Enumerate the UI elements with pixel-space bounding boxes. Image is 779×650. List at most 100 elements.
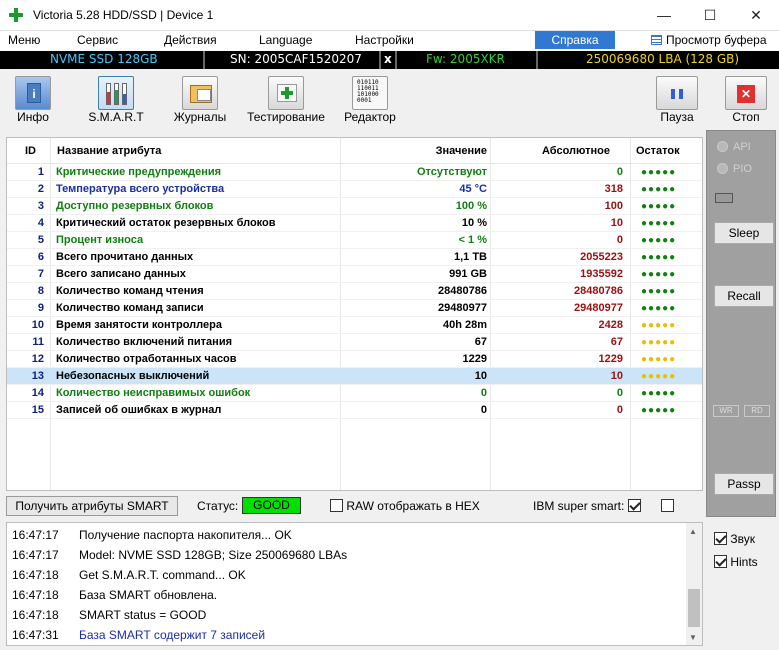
attr-value: 45 °C [459, 183, 487, 195]
table-row[interactable]: 5 Процент износа < 1 % 0 ●●●●● [7, 232, 702, 249]
sleep-button[interactable]: Sleep [714, 222, 774, 244]
table-row[interactable]: 6 Всего прочитано данных 1,1 TB 2055223 ●●●●… [7, 249, 702, 266]
table-row[interactable]: 8 Количество команд чтения 28480786 2848078… [7, 283, 702, 300]
header-remaining[interactable]: Остаток [636, 145, 680, 157]
table-row[interactable]: 14 Количество неисправимых ошибок 0 0 ●●●●● [7, 385, 702, 402]
pio-radio[interactable]: PIO [717, 163, 752, 175]
info-button[interactable]: i Инфо [6, 70, 60, 128]
recall-button[interactable]: Recall [714, 285, 774, 307]
divider [536, 51, 538, 69]
wr-button[interactable]: WR [713, 405, 739, 417]
table-row[interactable]: 9 Количество команд записи 29480977 2948097… [7, 300, 702, 317]
menu-item-service[interactable]: Сервис [77, 33, 118, 47]
title-bar: Victoria 5.28 HDD/SSD | Device 1 — ☐ ✕ [0, 0, 779, 31]
app-icon [9, 8, 23, 22]
attr-absolute: 1935592 [580, 268, 623, 280]
menu-item-help[interactable]: Справка [535, 31, 615, 49]
attr-value: 40h 28m [442, 319, 487, 331]
table-row[interactable]: 10 Время занятости контроллера 40h 28m 2428… [7, 317, 702, 334]
close-icon[interactable]: ✕ [733, 0, 779, 31]
menu-item-language[interactable]: Language [259, 33, 312, 47]
stop-button[interactable]: ✕ Стоп [723, 70, 769, 128]
attr-name: Записей об ошибках в журнал [56, 404, 222, 416]
editor-button[interactable]: 010110 110011 101000 0001 Редактор [340, 70, 400, 128]
attr-remaining-dots: ●●●●● [641, 371, 677, 382]
log-time: 16:47:18 [12, 588, 59, 602]
status-badge: GOOD [242, 497, 301, 514]
sound-label: Звук [730, 532, 755, 546]
attr-value: 100 % [455, 200, 487, 212]
menu-item-actions[interactable]: Действия [164, 33, 217, 47]
options-panel: Звук Hints [706, 522, 776, 646]
log-panel: 16:47:17 Получение паспорта накопителя...… [6, 522, 703, 646]
get-smart-button[interactable]: Получить атрибуты SMART [6, 496, 178, 516]
api-label: API [733, 141, 751, 153]
attr-id: 1 [37, 166, 44, 178]
api-radio[interactable]: API [717, 141, 751, 153]
attr-remaining-dots: ●●●●● [641, 269, 677, 280]
hints-checkbox[interactable]: Hints [714, 555, 758, 569]
table-row[interactable]: 4 Критический остаток резервных блоков 10 … [7, 215, 702, 232]
ibm-super-smart-checkbox[interactable]: IBM super smart: [533, 499, 641, 513]
raw-hex-checkbox[interactable]: RAW отображать в HEX [330, 499, 480, 513]
scroll-up-icon[interactable]: ▲ [689, 527, 697, 536]
journals-button[interactable]: Журналы [167, 70, 233, 128]
menu-item-settings[interactable]: Настройки [355, 33, 414, 47]
binary-editor-icon: 010110 110011 101000 0001 [352, 76, 388, 110]
table-row[interactable]: 3 Доступно резервных блоков 100 % 100 ●●●●● [7, 198, 702, 215]
table-row[interactable]: 2 Температура всего устройства 45 °C 318 ●●●… [7, 181, 702, 198]
log-time: 16:47:17 [12, 548, 59, 562]
scroll-thumb[interactable] [688, 589, 700, 627]
extra-checkbox[interactable] [661, 499, 674, 512]
scroll-down-icon[interactable]: ▼ [689, 633, 697, 642]
divider [395, 51, 397, 69]
attr-name: Критические предупреждения [56, 166, 222, 178]
attr-id: 9 [37, 302, 44, 314]
smart-button[interactable]: S.M.A.R.T [84, 70, 148, 128]
attr-remaining-dots: ●●●●● [641, 218, 677, 229]
device-serial: SN: 2005CAF1520207 [230, 52, 362, 66]
attr-name: Доступно резервных блоков [56, 200, 214, 212]
attr-value: 29480977 [438, 302, 487, 314]
attr-name: Критический остаток резервных блоков [56, 217, 276, 229]
checkmark-icon [627, 499, 641, 512]
sound-checkbox[interactable]: Звук [714, 532, 755, 546]
header-name[interactable]: Название атрибута [57, 145, 161, 157]
table-row[interactable]: 11 Количество включений питания 67 67 ●●●●● [7, 334, 702, 351]
info-close-button[interactable]: x [384, 52, 392, 66]
log-time: 16:47:31 [12, 628, 59, 642]
attr-name: Время занятости контроллера [56, 319, 222, 331]
maximize-icon[interactable]: ☐ [687, 0, 733, 31]
menu-item-menu[interactable]: Меню [8, 33, 40, 47]
buffer-view-button[interactable]: Просмотр буфера [651, 33, 767, 47]
divider [379, 51, 381, 69]
table-row[interactable]: 15 Записей об ошибках в журнал 0 0 ●●●●● [7, 402, 702, 419]
attr-id: 14 [31, 387, 44, 399]
rd-button[interactable]: RD [744, 405, 770, 417]
minimize-icon[interactable]: — [641, 0, 687, 31]
log-message: Model: NVME SSD 128GB; Size 250069680 LB… [79, 548, 348, 562]
checkmark-icon [714, 532, 727, 545]
passp-button[interactable]: Passp [714, 473, 774, 495]
list-icon [651, 35, 662, 45]
pause-button[interactable]: Пауза [654, 70, 700, 128]
table-row[interactable]: 7 Всего записано данных 991 GB 1935592 ●●●●● [7, 266, 702, 283]
divider [203, 51, 205, 69]
table-row[interactable]: 1 Критические предупреждения Отсутствуют 0 ●… [7, 164, 702, 181]
table-row[interactable]: 13 Небезопасных выключений 10 10 ●●●●● [7, 368, 702, 385]
log-scrollbar[interactable]: ▲ ▼ [686, 523, 702, 645]
header-absolute[interactable]: Абсолютное [542, 145, 610, 157]
attr-remaining-dots: ●●●●● [641, 286, 677, 297]
header-id[interactable]: ID [25, 145, 36, 157]
log-entry: 16:47:31 База SMART содержит 7 записей [7, 625, 687, 645]
pio-label: PIO [733, 163, 752, 175]
attr-remaining-dots: ●●●●● [641, 303, 677, 314]
device-model: NVME SSD 128GB [50, 52, 158, 66]
log-time: 16:47:18 [12, 608, 59, 622]
table-row[interactable]: 12 Количество отработанных часов 1229 1229 ●… [7, 351, 702, 368]
stop-label: Стоп [732, 110, 760, 124]
attr-name: Количество команд чтения [56, 285, 204, 297]
testing-button[interactable]: Тестирование [243, 70, 329, 128]
attr-name: Количество отработанных часов [56, 353, 237, 365]
header-value[interactable]: Значение [436, 145, 487, 157]
